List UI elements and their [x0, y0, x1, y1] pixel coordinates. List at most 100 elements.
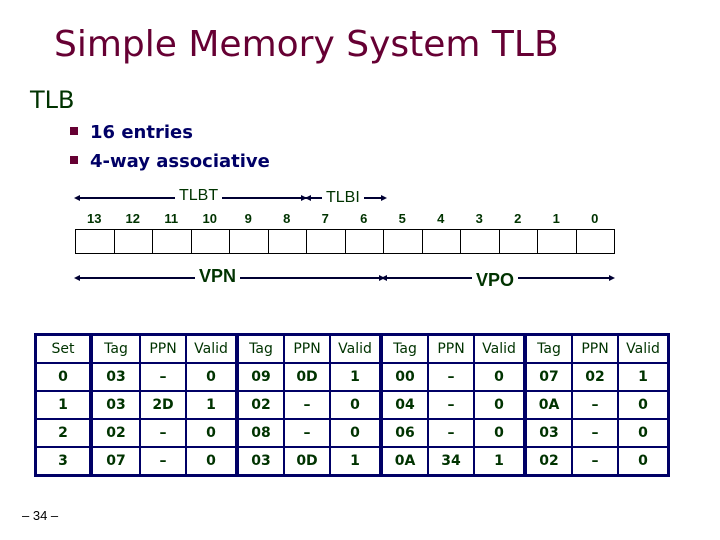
- bit-box: [421, 229, 461, 254]
- tlbi-label: TLBI: [322, 189, 364, 207]
- bit-number: 2: [514, 211, 522, 226]
- table-cell: –: [139, 446, 187, 477]
- table-cell: 03: [524, 418, 573, 448]
- bit-box: [460, 229, 500, 254]
- arrow-left-icon: [381, 275, 387, 281]
- table-cell: 0D: [283, 362, 331, 392]
- table-cell: 0: [185, 362, 239, 392]
- bit-box: [575, 229, 615, 254]
- table-cell: 2D: [139, 390, 187, 420]
- bullet-text: 16 entries: [90, 122, 193, 143]
- bit-box: [113, 229, 153, 254]
- table-cell: 0D: [283, 446, 331, 477]
- table-cell: 1: [617, 362, 670, 392]
- table-cell: –: [139, 418, 187, 448]
- bit-number: 9: [244, 211, 252, 226]
- table-row: 0 03–0 09 0D 1 00–0 07 02 1: [34, 362, 670, 392]
- bullet-item: 16 entries: [70, 122, 193, 143]
- arrow-left-icon: [74, 275, 80, 281]
- table-cell: 0: [473, 390, 527, 420]
- column-header: Valid: [329, 333, 383, 364]
- table-cell: 07: [90, 446, 141, 477]
- table-cell: 0: [473, 418, 527, 448]
- table-cell: –: [571, 446, 619, 477]
- table-cell: 0: [617, 390, 670, 420]
- column-header: Valid: [185, 333, 239, 364]
- table-cell: –: [427, 362, 475, 392]
- table-cell: –: [427, 390, 475, 420]
- bit-number: 5: [398, 211, 406, 226]
- table-cell: –: [283, 418, 331, 448]
- table-cell: 02: [524, 446, 573, 477]
- set-cell: 3: [34, 446, 93, 477]
- column-header: PPN: [283, 333, 331, 364]
- column-header: Tag: [236, 333, 285, 364]
- bit-number: 3: [475, 211, 483, 226]
- column-header: PPN: [571, 333, 619, 364]
- table-row: 1 03 2D 1 02–0 04–0 0A –0: [34, 390, 670, 420]
- column-header: PPN: [427, 333, 475, 364]
- table-cell: –: [571, 418, 619, 448]
- column-header: Set: [34, 333, 93, 364]
- table-cell: 0A: [524, 390, 573, 420]
- column-header: Tag: [524, 333, 573, 364]
- table-cell: –: [571, 390, 619, 420]
- arrow-left-icon: [305, 195, 311, 201]
- bit-number: 12: [125, 211, 140, 226]
- arrow-right-icon: [609, 275, 615, 281]
- bit-box: [498, 229, 538, 254]
- bit-number: 0: [591, 211, 599, 226]
- table-cell: 0: [185, 418, 239, 448]
- column-header: Valid: [617, 333, 670, 364]
- table-cell: 0: [329, 390, 383, 420]
- bit-number: 8: [283, 211, 291, 226]
- column-header: PPN: [139, 333, 187, 364]
- slide-title: Simple Memory System TLB: [54, 24, 559, 65]
- section-heading: TLB: [30, 86, 75, 114]
- table-cell: 03: [236, 446, 285, 477]
- table-cell: 0: [617, 446, 670, 477]
- bit-number: 7: [321, 211, 329, 226]
- bit-box: [306, 229, 346, 254]
- table-cell: 08: [236, 418, 285, 448]
- vpo-label: VPO: [472, 270, 519, 291]
- bit-box: [383, 229, 423, 254]
- table-cell: 06: [380, 418, 429, 448]
- table-row: 2 02–0 08–0 06–0 03–0: [34, 418, 670, 448]
- bit-box: [75, 229, 115, 254]
- bit-box: [267, 229, 307, 254]
- bit-box: [190, 229, 230, 254]
- table-cell: 0: [185, 446, 239, 477]
- bullet-square-icon: [70, 156, 78, 164]
- bit-number: 11: [164, 211, 179, 226]
- table-cell: 0A: [380, 446, 429, 477]
- table-cell: –: [283, 390, 331, 420]
- table-cell: 03: [90, 362, 141, 392]
- set-cell: 2: [34, 418, 93, 448]
- table-cell: 02: [236, 390, 285, 420]
- column-header: Tag: [90, 333, 141, 364]
- bit-number: 6: [360, 211, 368, 226]
- table-cell: 00: [380, 362, 429, 392]
- bit-number: 13: [87, 211, 102, 226]
- table-cell: 1: [473, 446, 527, 477]
- bit-number: 4: [437, 211, 445, 226]
- bullet-text: 4-way associative: [90, 151, 270, 172]
- column-header: Tag: [380, 333, 429, 364]
- table-header-row: Set Tag PPN Valid Tag PPN Valid Tag PPN Valid Tag P…: [34, 333, 670, 364]
- set-cell: 1: [34, 390, 93, 420]
- bit-box: [229, 229, 269, 254]
- arrow-left-icon: [74, 195, 80, 201]
- table-cell: 03: [90, 390, 141, 420]
- table-cell: 34: [427, 446, 475, 477]
- bit-number: 1: [552, 211, 560, 226]
- tlb-table: Set Tag PPN Valid Tag PPN Valid Tag PPN Valid Tag P…: [34, 333, 670, 477]
- column-header: Valid: [473, 333, 527, 364]
- bit-box: [537, 229, 577, 254]
- table-cell: 09: [236, 362, 285, 392]
- table-cell: 04: [380, 390, 429, 420]
- bit-box: [152, 229, 192, 254]
- table-cell: 02: [90, 418, 141, 448]
- page-number: – 34 –: [22, 508, 59, 523]
- table-cell: 1: [185, 390, 239, 420]
